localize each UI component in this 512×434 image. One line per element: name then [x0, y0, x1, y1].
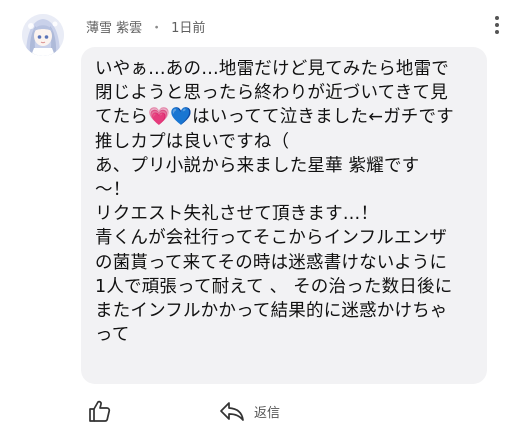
- timestamp[interactable]: 1日前: [171, 17, 205, 36]
- comment-line: 閉じようと思ったら終わりが近づいてきて見: [95, 83, 448, 104]
- comment-line: いやぁ…あの…地雷だけど見てみたら地雷で: [95, 59, 449, 79]
- meta-separator: ・: [150, 20, 164, 36]
- avatar[interactable]: [22, 14, 64, 56]
- reply-arrow-icon: [220, 402, 244, 421]
- comment-actions: 返信: [84, 398, 384, 426]
- comment: 薄雪 紫雲 ・ 1日前 いやぁ…あの…地雷だけど見てみたら地雷で 閉じようと思っ…: [0, 0, 512, 434]
- comment-body: いやぁ…あの…地雷だけど見てみたら地雷で 閉じようと思ったら終わりが近づいてきて…: [95, 57, 479, 347]
- menu-dot: [495, 23, 499, 27]
- comment-line: ～！: [95, 180, 131, 201]
- menu-dot: [495, 30, 499, 34]
- comment-line: 青くんが会社行ってそこからインフルエンザ: [95, 228, 448, 249]
- comment-line: って: [95, 325, 130, 346]
- comment-line: あ、プリ小説から来ました星華 紫耀です: [95, 155, 420, 176]
- comment-line: 1人で頑張って耐えて 、 その治った数日後に: [95, 276, 453, 297]
- menu-dot: [495, 16, 499, 20]
- author-name[interactable]: 薄雪 紫雲: [86, 17, 142, 36]
- thumbs-up-icon: [89, 400, 111, 422]
- comment-line: リクエスト失礼させて頂きます…！: [95, 204, 379, 225]
- comment-line: てたら💗💙はいってて泣きました←ガチです: [95, 107, 454, 128]
- comment-bubble: いやぁ…あの…地雷だけど見てみたら地雷で 閉じようと思ったら終わりが近づいてきて…: [81, 47, 487, 384]
- comment-line: の菌貰って来てその時は迷惑書けないように: [95, 252, 448, 273]
- like-button[interactable]: [86, 398, 112, 424]
- reply-button[interactable]: 返信: [218, 398, 280, 424]
- comment-line: またインフルかかって結果的に迷惑かけちゃ: [95, 301, 448, 322]
- anime-girl-avatar-icon: [22, 14, 64, 56]
- reply-label: 返信: [254, 405, 281, 421]
- comment-line: 推しカプは良いですね（: [95, 131, 290, 152]
- kebab-menu-icon[interactable]: [488, 12, 506, 38]
- comment-header: 薄雪 紫雲 ・ 1日前: [86, 17, 205, 36]
